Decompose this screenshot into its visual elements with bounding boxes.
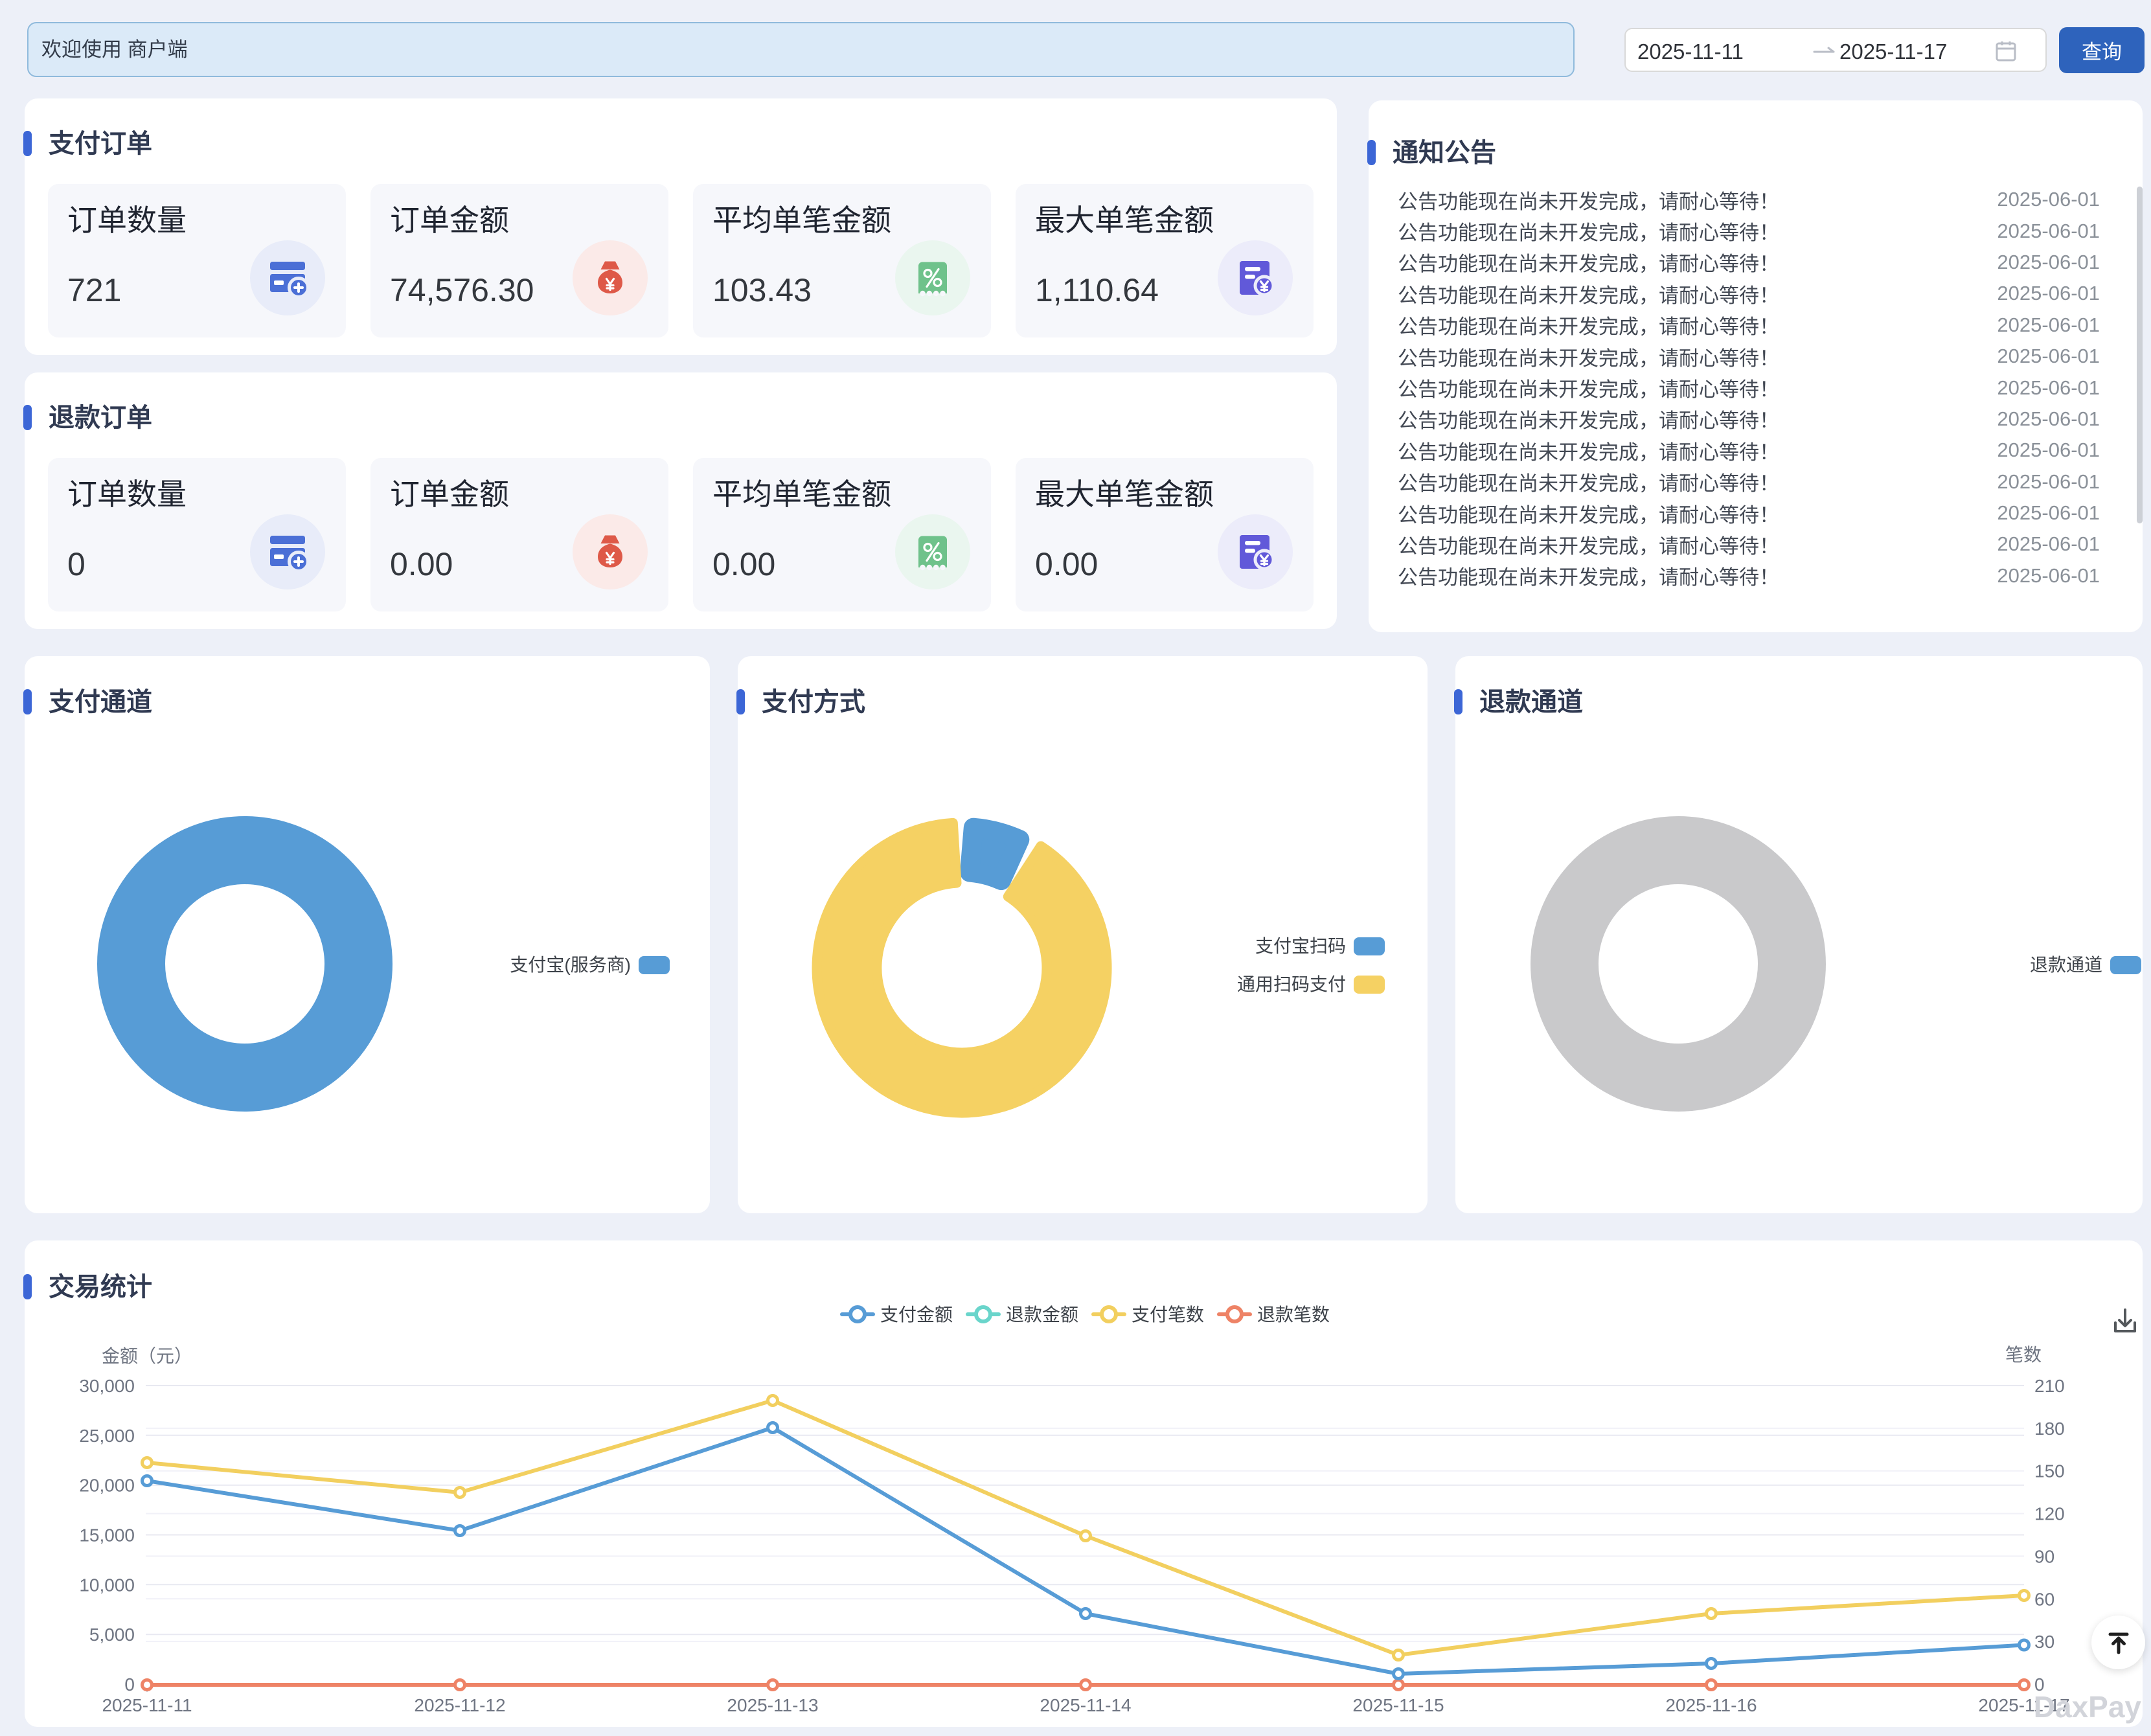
svg-text:2025-11-12: 2025-11-12 <box>414 1695 505 1715</box>
svg-text:支付笔数: 支付笔数 <box>1132 1305 1204 1325</box>
svg-text:5,000: 5,000 <box>89 1625 135 1645</box>
svg-text:30,000: 30,000 <box>79 1376 135 1396</box>
svg-text:退款笔数: 退款笔数 <box>1257 1305 1330 1325</box>
svg-text:150: 150 <box>2034 1461 2065 1481</box>
svg-text:25,000: 25,000 <box>79 1426 135 1446</box>
svg-text:2025-11-11: 2025-11-11 <box>102 1695 192 1715</box>
svg-text:2025-11-13: 2025-11-13 <box>727 1695 818 1715</box>
svg-text:2025-11-15: 2025-11-15 <box>1352 1695 1444 1715</box>
svg-text:60: 60 <box>2034 1589 2054 1609</box>
svg-text:2025-11-14: 2025-11-14 <box>1040 1695 1131 1715</box>
svg-text:金额（元）: 金额（元） <box>102 1346 192 1366</box>
svg-text:30: 30 <box>2034 1632 2054 1652</box>
svg-text:90: 90 <box>2034 1546 2054 1566</box>
svg-text:210: 210 <box>2034 1376 2065 1396</box>
svg-text:180: 180 <box>2034 1419 2065 1439</box>
svg-text:15,000: 15,000 <box>79 1525 135 1546</box>
svg-text:退款金额: 退款金额 <box>1006 1305 1078 1325</box>
svg-text:笔数: 笔数 <box>2005 1345 2042 1365</box>
svg-text:支付金额: 支付金额 <box>880 1305 953 1325</box>
svg-text:120: 120 <box>2034 1504 2065 1524</box>
svg-text:10,000: 10,000 <box>79 1575 135 1595</box>
svg-text:2025-11-16: 2025-11-16 <box>1665 1695 1757 1715</box>
svg-text:20,000: 20,000 <box>79 1476 135 1496</box>
svg-text:0: 0 <box>124 1674 135 1695</box>
